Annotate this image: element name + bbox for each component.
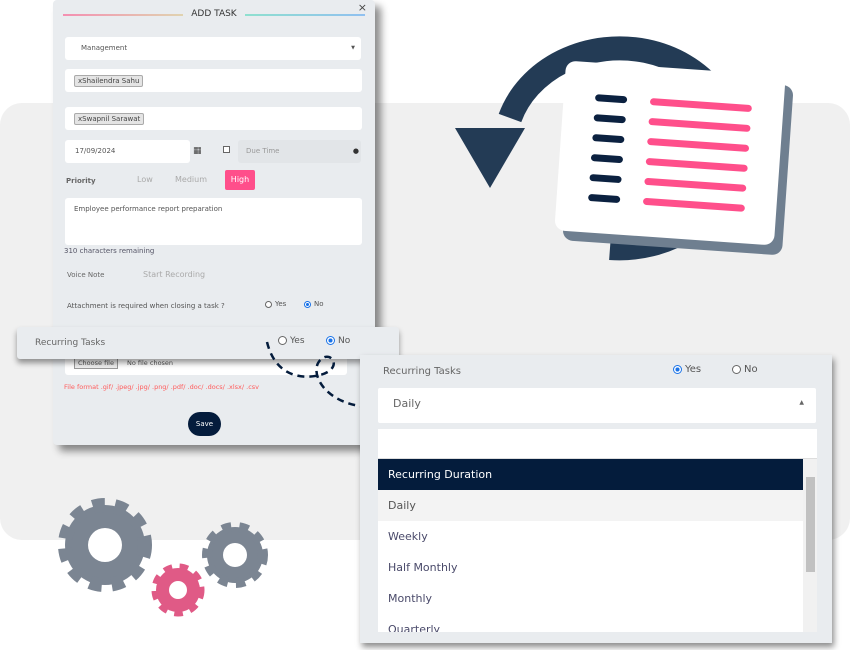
panel-no-radio[interactable]: No: [732, 364, 758, 375]
priority-medium[interactable]: Medium: [175, 175, 207, 184]
department-value: Management: [81, 44, 128, 52]
recurring-duration-select[interactable]: Daily ▲: [378, 388, 816, 423]
no-file-text: No file chosen: [127, 359, 174, 367]
department-select[interactable]: Management ▼: [65, 37, 361, 60]
observer-input[interactable]: xSwapnil Sarawat: [65, 107, 362, 130]
date-input[interactable]: 17/09/2024: [65, 140, 190, 163]
description-textarea[interactable]: Employee performance report preparation: [65, 198, 362, 245]
attachment-yes-radio[interactable]: Yes: [265, 300, 286, 308]
gear-icon: [202, 522, 268, 588]
priority-high[interactable]: High: [225, 170, 255, 190]
dropdown-option[interactable]: Half Monthly: [378, 552, 803, 583]
assignee-input[interactable]: xShailendra Sahu: [65, 69, 362, 92]
modal-title: ADD TASK: [191, 9, 237, 19]
dropdown-option[interactable]: Weekly: [378, 521, 803, 552]
dropdown-option[interactable]: Recurring Duration: [378, 459, 803, 490]
scrollbar-thumb[interactable]: [806, 477, 815, 572]
priority-low[interactable]: Low: [137, 175, 153, 184]
dropdown-option[interactable]: Quarterly: [378, 614, 803, 632]
due-time-checkbox[interactable]: [223, 146, 230, 153]
assignee-tag[interactable]: xShailendra Sahu: [74, 75, 144, 87]
dropdown-list: Recurring Duration Daily Weekly Half Mon…: [378, 459, 817, 632]
attachment-question: Attachment is required when closing a ta…: [67, 302, 225, 310]
file-format-note: File format .gif/ .jpeg/ .jpg/ .png/ .pd…: [64, 383, 260, 391]
document-card-icon: [555, 61, 785, 245]
recurring-illustration: [455, 36, 793, 261]
scrollbar[interactable]: [803, 459, 817, 632]
dropdown-search-input[interactable]: [378, 429, 817, 459]
gears-illustration: [58, 498, 268, 617]
close-icon[interactable]: ×: [358, 1, 367, 14]
start-recording-button[interactable]: Start Recording: [143, 270, 205, 279]
due-time-input[interactable]: Due Time ●: [238, 140, 361, 163]
save-button[interactable]: Save: [188, 412, 221, 436]
voice-note-label: Voice Note: [67, 271, 105, 279]
recurring-tasks-panel: Recurring Tasks Yes No Daily ▲ Recurring …: [360, 355, 832, 643]
clock-icon: ●: [352, 147, 359, 155]
priority-label: Priority: [66, 177, 96, 185]
arrow-head-icon: [455, 128, 525, 188]
attachment-no-radio[interactable]: No: [304, 300, 324, 308]
chevron-up-icon: ▲: [799, 399, 804, 406]
gear-icon: [58, 498, 152, 592]
panel-recurring-label: Recurring Tasks: [383, 366, 461, 377]
dropdown-option[interactable]: Monthly: [378, 583, 803, 614]
dropdown-option[interactable]: Daily: [378, 490, 803, 521]
chevron-down-icon: ▼: [351, 45, 355, 51]
calendar-icon[interactable]: ▦: [193, 146, 202, 156]
panel-yes-radio[interactable]: Yes: [673, 364, 701, 375]
chars-remaining: 310 characters remaining: [64, 247, 155, 255]
gear-icon: [151, 563, 205, 617]
recurring-tasks-label: Recurring Tasks: [35, 338, 106, 348]
observer-tag[interactable]: xSwapnil Sarawat: [74, 113, 145, 125]
